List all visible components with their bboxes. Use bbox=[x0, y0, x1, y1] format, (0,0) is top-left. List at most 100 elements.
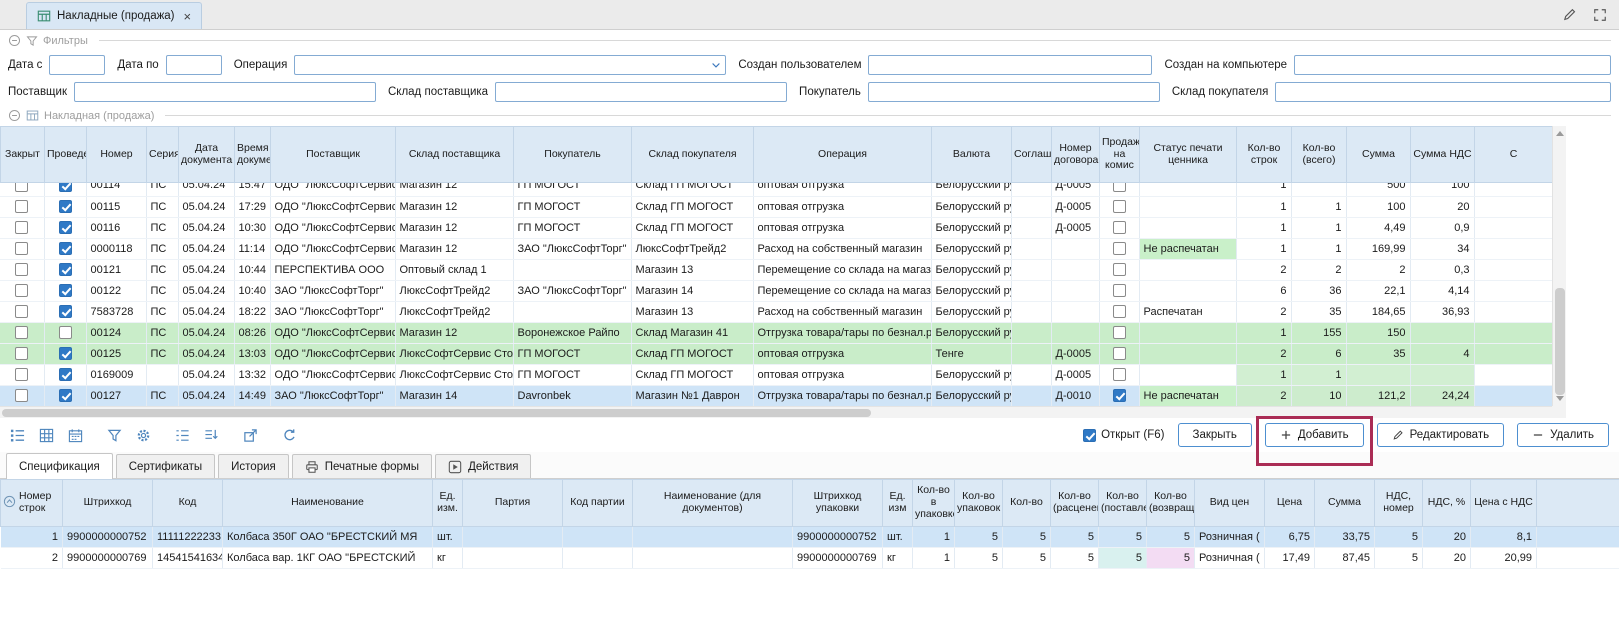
checkbox-checked-icon[interactable] bbox=[59, 284, 72, 297]
cell-commission[interactable] bbox=[1099, 322, 1139, 343]
cell-closed[interactable] bbox=[0, 238, 44, 259]
checkbox-checked-icon[interactable] bbox=[59, 347, 72, 360]
column-header-time[interactable]: Время документа bbox=[235, 127, 271, 183]
checkbox-unchecked-icon[interactable] bbox=[1113, 263, 1126, 276]
scroll-up-arrow[interactable] bbox=[1556, 131, 1564, 136]
column-header-sum[interactable]: Сумма bbox=[1347, 127, 1411, 183]
invoice-row-00114[interactable]: 00114ПС05.04.2415:47ОДО "ЛюксСофтСервис"… bbox=[0, 183, 1552, 196]
spec-column-header-packs[interactable]: Кол-во упаковок bbox=[955, 480, 1003, 527]
spec-column-header-qty_in_pack[interactable]: Кол-во в упаковке bbox=[913, 480, 955, 527]
filter-input-created_on_computer[interactable] bbox=[1294, 55, 1611, 75]
subtab-actions[interactable]: Действия bbox=[435, 454, 531, 478]
checkbox-checked-icon[interactable] bbox=[59, 200, 72, 213]
invoice-row-00124[interactable]: 00124ПС05.04.2408:26ОДО "ЛюксСофтСервис"… bbox=[0, 322, 1552, 343]
filter-input-buyer_warehouse[interactable] bbox=[1275, 82, 1611, 102]
spec-column-header-unit[interactable]: Ед. изм. bbox=[433, 480, 463, 527]
column-header-buyer_store[interactable]: Склад покупателя bbox=[632, 127, 754, 183]
invoice-row-00116[interactable]: 00116ПС05.04.2410:30ОДО "ЛюксСофтСервис"… bbox=[0, 217, 1552, 238]
spec-column-header-barcode[interactable]: Штрихкод bbox=[63, 480, 153, 527]
spec-column-header-pack_unit[interactable]: Ед. изм bbox=[883, 480, 913, 527]
cell-commission[interactable] bbox=[1099, 301, 1139, 322]
open-f6-checkbox[interactable]: Открыт (F6) bbox=[1083, 429, 1164, 442]
filter-input-date_to[interactable] bbox=[166, 55, 222, 75]
cell-commission[interactable] bbox=[1099, 364, 1139, 385]
view-list-icon[interactable] bbox=[6, 424, 28, 446]
spec-column-header-qty[interactable]: Кол-во bbox=[1003, 480, 1051, 527]
checkbox-checked-icon[interactable] bbox=[59, 242, 72, 255]
horizontal-scrollbar[interactable] bbox=[0, 406, 1552, 418]
cell-closed[interactable] bbox=[0, 217, 44, 238]
checkbox-unchecked-icon[interactable] bbox=[15, 347, 28, 360]
gear-icon[interactable] bbox=[132, 424, 154, 446]
cell-closed[interactable] bbox=[0, 280, 44, 301]
tab-invoices-sale[interactable]: Накладные (продажа) × bbox=[26, 2, 202, 29]
checkbox-checked-icon[interactable] bbox=[59, 221, 72, 234]
column-header-print_status[interactable]: Статус печати ценника bbox=[1140, 127, 1237, 183]
cell-closed[interactable] bbox=[0, 196, 44, 217]
filter-input-buyer[interactable] bbox=[868, 82, 1160, 102]
checkbox-unchecked-icon[interactable] bbox=[1113, 284, 1126, 297]
cell-commission[interactable] bbox=[1099, 217, 1139, 238]
column-header-tail[interactable]: С bbox=[1475, 127, 1553, 183]
cell-closed[interactable] bbox=[0, 364, 44, 385]
column-header-date[interactable]: Дата документа bbox=[179, 127, 235, 183]
checkbox-unchecked-icon[interactable] bbox=[1113, 221, 1126, 234]
invoice-row-00122[interactable]: 00122ПС05.04.2410:40ЗАО "ЛюксСофтТорг"Лю… bbox=[0, 280, 1552, 301]
filter-input-supplier[interactable] bbox=[74, 82, 376, 102]
checkbox-unchecked-icon[interactable] bbox=[15, 368, 28, 381]
checkbox-unchecked-icon[interactable] bbox=[1113, 368, 1126, 381]
checkbox-unchecked-icon[interactable] bbox=[15, 200, 28, 213]
edit-button[interactable]: Редактировать bbox=[1377, 423, 1504, 447]
invoice-row-0000118[interactable]: 0000118ПС05.04.2411:14ОДО "ЛюксСофтСерви… bbox=[0, 238, 1552, 259]
filter-input-date_from[interactable] bbox=[49, 55, 105, 75]
spec-column-header-pack_barcode[interactable]: Штрихкод упаковки bbox=[793, 480, 883, 527]
close-button[interactable]: Закрыть bbox=[1178, 423, 1252, 447]
cell-commission[interactable] bbox=[1099, 385, 1139, 406]
invoice-row-00121[interactable]: 00121ПС05.04.2410:44ПЕРСПЕКТИВА ООООптов… bbox=[0, 259, 1552, 280]
spec-column-header-sum[interactable]: Сумма bbox=[1315, 480, 1375, 527]
cell-commission[interactable] bbox=[1099, 183, 1139, 196]
column-header-closed[interactable]: Закрыт bbox=[1, 127, 45, 183]
column-header-contract[interactable]: Номер договора bbox=[1052, 127, 1100, 183]
checkbox-unchecked-icon[interactable] bbox=[1113, 305, 1126, 318]
invoice-row-00127[interactable]: 00127ПС05.04.2414:49ЗАО "ЛюксСофтТорг"Ма… bbox=[0, 385, 1552, 406]
numbered-list-icon[interactable] bbox=[171, 424, 193, 446]
filter-input-created_by[interactable] bbox=[868, 55, 1152, 75]
spec-column-header-batch[interactable]: Партия bbox=[463, 480, 563, 527]
cell-commission[interactable] bbox=[1099, 238, 1139, 259]
spec-column-header-price_with_vat[interactable]: Цена с НДС bbox=[1471, 480, 1537, 527]
column-header-buyer[interactable]: Покупатель bbox=[514, 127, 632, 183]
vertical-scroll-thumb[interactable] bbox=[1555, 288, 1565, 394]
checkbox-checked-icon[interactable] bbox=[59, 389, 72, 402]
column-header-vat[interactable]: Сумма НДС bbox=[1411, 127, 1475, 183]
column-header-agreement[interactable]: Соглашение bbox=[1012, 127, 1052, 183]
checkbox-checked-icon[interactable] bbox=[59, 305, 72, 318]
filter-input-operation[interactable] bbox=[294, 55, 726, 75]
checkbox-unchecked-icon[interactable] bbox=[15, 284, 28, 297]
vertical-scrollbar[interactable] bbox=[1552, 126, 1566, 406]
column-header-currency[interactable]: Валюта bbox=[932, 127, 1012, 183]
collapse-icon[interactable] bbox=[8, 34, 21, 47]
sort-up-icon[interactable] bbox=[3, 495, 16, 512]
column-header-qty[interactable]: Кол-во (всего) bbox=[1292, 127, 1347, 183]
cell-commission[interactable] bbox=[1099, 259, 1139, 280]
invoice-row-00115[interactable]: 00115ПС05.04.2417:29ОДО "ЛюксСофтСервис"… bbox=[0, 196, 1552, 217]
checkbox-unchecked-icon[interactable] bbox=[59, 326, 72, 339]
cell-commission[interactable] bbox=[1099, 343, 1139, 364]
collapse-icon[interactable] bbox=[8, 109, 21, 122]
delete-button[interactable]: Удалить bbox=[1517, 423, 1609, 447]
column-header-commission[interactable]: Продажа на комис bbox=[1100, 127, 1140, 183]
column-header-operation[interactable]: Операция bbox=[754, 127, 932, 183]
invoice-row-0169009[interactable]: 016900905.04.2413:32ОДО "ЛюксСофтСервис"… bbox=[0, 364, 1552, 385]
checkbox-unchecked-icon[interactable] bbox=[1113, 242, 1126, 255]
column-header-supplier_store[interactable]: Склад поставщика bbox=[396, 127, 514, 183]
cell-closed[interactable] bbox=[0, 259, 44, 280]
cell-closed[interactable] bbox=[0, 322, 44, 343]
spec-column-header-code[interactable]: Код bbox=[153, 480, 223, 527]
checkbox-unchecked-icon[interactable] bbox=[15, 305, 28, 318]
cell-posted[interactable] bbox=[44, 217, 86, 238]
cell-closed[interactable] bbox=[0, 301, 44, 322]
tab-close-icon[interactable]: × bbox=[184, 10, 192, 23]
refresh-icon[interactable] bbox=[278, 424, 300, 446]
spec-column-header-price[interactable]: Цена bbox=[1265, 480, 1315, 527]
